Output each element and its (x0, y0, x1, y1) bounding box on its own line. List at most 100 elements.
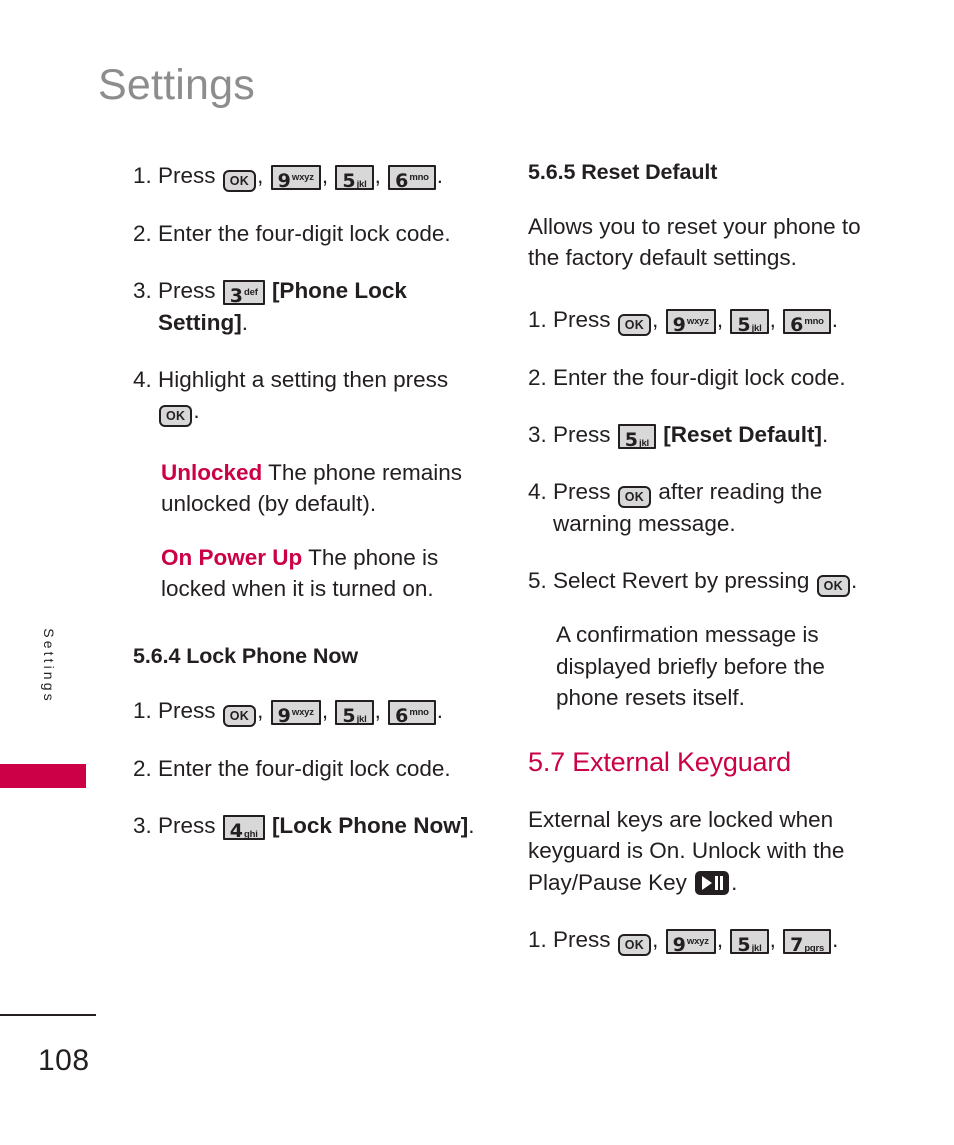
list-text: Press OK, 9wxyz, 5jkl, 7pqrs. (553, 924, 888, 956)
definition-unlocked: Unlocked The phone remains unlocked (by … (161, 457, 485, 520)
list-item: 1. Press OK, 9wxyz, 5jkl, 6mno. (528, 304, 888, 336)
list-number: 3. (133, 813, 152, 839)
period: . (851, 568, 858, 594)
list-number: 1. (133, 698, 152, 724)
key-ok-icon: OK (617, 313, 652, 336)
period: . (241, 309, 249, 335)
step-text: Press (553, 306, 611, 332)
definition-term: Unlocked (161, 460, 263, 486)
list-item: 3. Press 3def [Phone Lock Setting]. (133, 275, 485, 338)
comma: , (257, 163, 264, 188)
list-number: 4. (133, 366, 152, 392)
comma: , (321, 163, 329, 188)
comma: , (257, 698, 264, 724)
key-ok-icon: OK (617, 486, 652, 509)
key-5-icon: 5jkl (617, 423, 656, 449)
step-text: Press (553, 421, 611, 447)
comma: , (321, 698, 329, 724)
list-text: Press OK, 9wxyz, 5jkl, 6mno. (158, 160, 485, 192)
menu-path-label: [Lock Phone Now] (271, 813, 469, 839)
footer-divider (0, 1014, 96, 1016)
comma: , (769, 926, 776, 952)
list-number: 1. (133, 163, 152, 188)
key-4-icon: 4ghi (222, 815, 265, 841)
definition-on-power-up: On Power Up The phone is locked when it … (161, 542, 485, 605)
side-tab-marker (0, 764, 86, 788)
key-3-icon: 3def (222, 280, 265, 306)
step-text: Select Revert by pressing (553, 568, 810, 594)
section-intro-5-7: External keys are locked when keyguard i… (528, 804, 888, 898)
section-heading-5-6-5: 5.6.5 Reset Default (528, 160, 718, 184)
step-text: Press (553, 479, 611, 505)
list-text: Enter the four-digit lock code. (158, 756, 451, 782)
step-text: Press (553, 926, 611, 952)
comma: , (716, 306, 724, 332)
period: . (831, 306, 839, 332)
step-text: Press (158, 163, 216, 188)
comma: , (716, 926, 724, 952)
period: . (832, 926, 839, 952)
list-text: Enter the four-digit lock code. (553, 364, 846, 390)
list-item: 2. Enter the four-digit lock code. (133, 753, 485, 784)
list-item: 1. Press OK, 9wxyz, 5jkl, 6mno. (133, 160, 485, 192)
intro-text: External keys are locked when keyguard i… (528, 807, 845, 895)
page-title: Settings (98, 61, 255, 109)
list-item: 2. Enter the four-digit lock code. (133, 218, 485, 249)
section-heading-5-7: 5.7 External Keyguard (528, 747, 791, 778)
list-number: 2. (528, 364, 547, 390)
list-number: 3. (133, 278, 152, 304)
key-ok-icon: OK (159, 405, 193, 428)
list-item: 5. Select Revert by pressing OK. (528, 565, 888, 598)
section-intro-5-6-5: Allows you to reset your phone to the fa… (528, 214, 861, 271)
comma: , (652, 306, 659, 332)
key-5-icon: 5jkl (730, 308, 769, 334)
comma: , (652, 926, 659, 952)
list-item: 3. Press 4ghi [Lock Phone Now]. (133, 810, 485, 841)
list-number: 2. (133, 221, 152, 246)
key-7-icon: 7pqrs (783, 928, 832, 954)
key-ok-icon: OK (617, 933, 652, 956)
key-6-icon: 6mno (388, 165, 436, 191)
key-6-icon: 6mno (783, 308, 831, 334)
menu-path-label: [Reset Default] (663, 421, 823, 447)
comma: , (769, 306, 776, 332)
list-text: Press OK, 9wxyz, 5jkl, 6mno. (158, 695, 485, 728)
period: . (193, 398, 200, 424)
definition-term: On Power Up (161, 544, 303, 570)
key-9-icon: 9wxyz (665, 308, 716, 334)
key-9-icon: 9wxyz (270, 700, 321, 726)
key-ok-icon: OK (222, 705, 257, 728)
list-number: 2. (133, 756, 152, 782)
key-6-icon: 6mno (388, 700, 436, 726)
section-heading-5-6-4: 5.6.4 Lock Phone Now (133, 644, 358, 669)
list-text: Highlight a setting then press OK. (158, 364, 485, 428)
comma: , (374, 698, 381, 724)
period: . (436, 698, 444, 724)
step-text: Highlight a setting then press (158, 366, 449, 392)
list-item: 4. Highlight a setting then press OK. (133, 364, 485, 428)
step-text: Press (158, 813, 216, 839)
list-text: Select Revert by pressing OK. (553, 565, 888, 598)
list-item: 3. Press 5jkl [Reset Default]. (528, 419, 888, 450)
comma: , (374, 163, 381, 188)
key-ok-icon: OK (816, 575, 850, 598)
key-5-icon: 5jkl (335, 700, 374, 726)
list-number: 4. (528, 479, 547, 505)
right-column: 5.6.5 Reset Default Allows you to reset … (528, 160, 888, 956)
side-tab-label: Settings (41, 628, 57, 704)
step-text: Press (158, 278, 216, 304)
period: . (731, 869, 738, 895)
list-number: 3. (528, 421, 547, 447)
left-column: 1. Press OK, 9wxyz, 5jkl, 6mno. 2. Enter… (133, 160, 485, 842)
list-number: 1. (528, 926, 547, 952)
list-text: Press OK after reading the warning messa… (553, 476, 888, 539)
list-item: 2. Enter the four-digit lock code. (528, 362, 888, 393)
page-number: 108 (38, 1044, 90, 1077)
period: . (468, 813, 475, 839)
list-item: 1. Press OK, 9wxyz, 5jkl, 6mno. (133, 695, 485, 728)
period: . (822, 421, 829, 447)
key-9-icon: 9wxyz (270, 165, 321, 191)
list-number: 5. (528, 568, 547, 594)
play-pause-icon (695, 870, 730, 895)
list-item: 4. Press OK after reading the warning me… (528, 476, 888, 539)
